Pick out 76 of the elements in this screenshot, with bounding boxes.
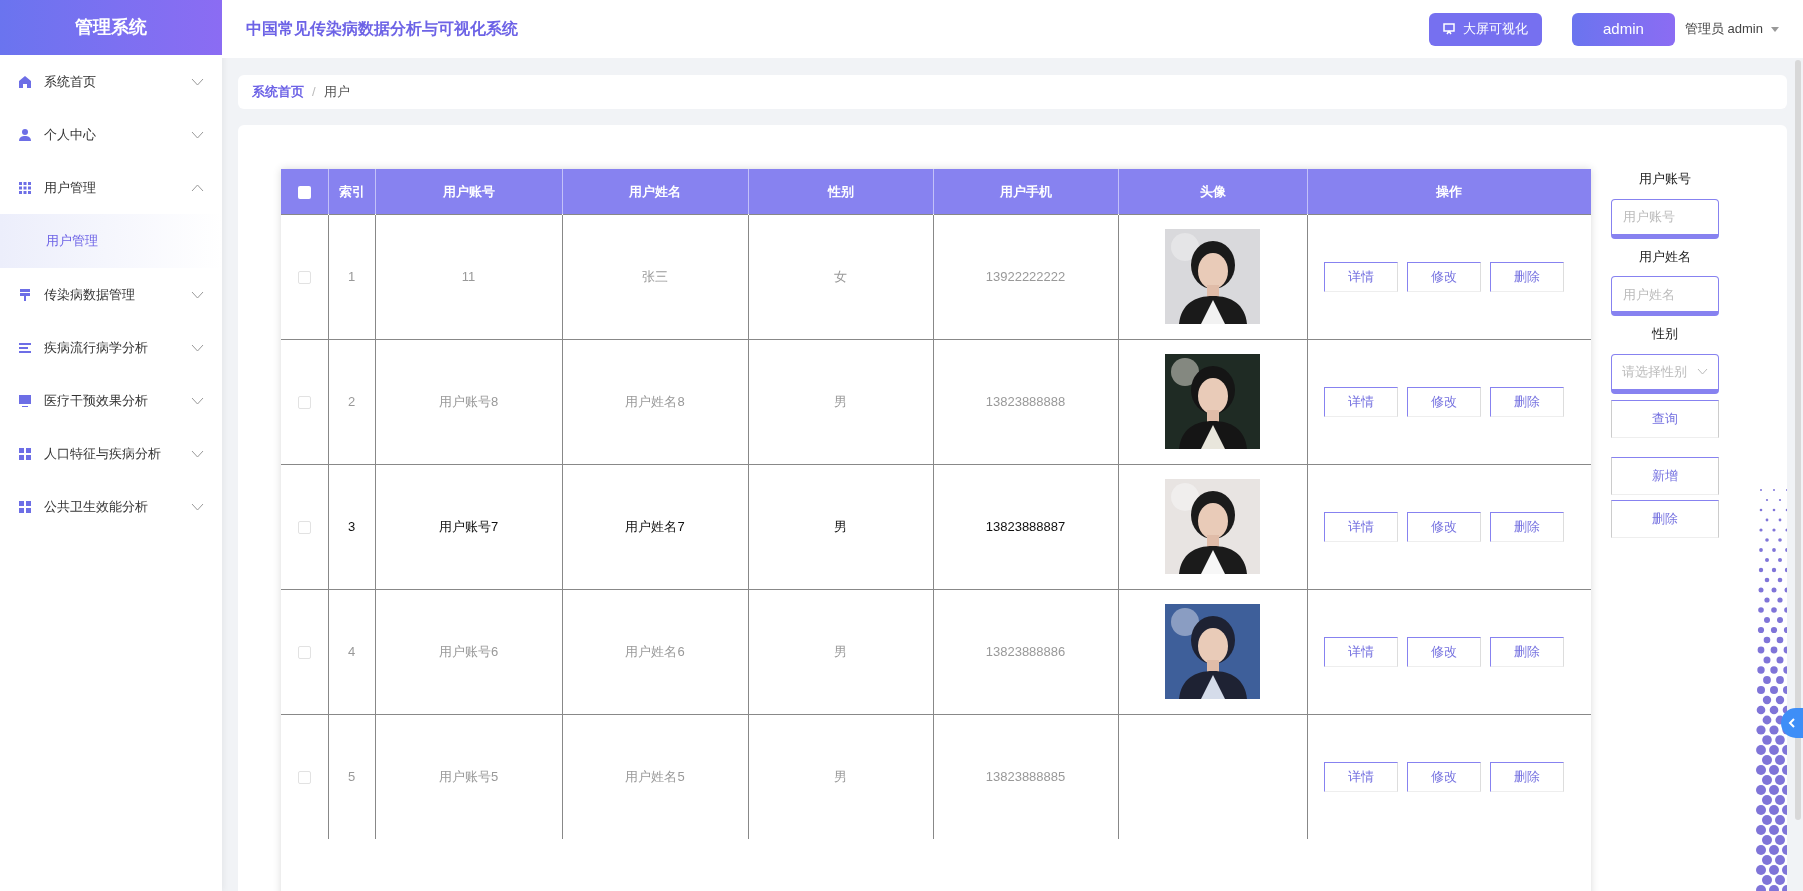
sidebar-item[interactable]: 医疗干预效果分析 xyxy=(0,374,222,427)
details-button[interactable]: 详情 xyxy=(1324,761,1398,792)
table-row[interactable]: 3 用户账号7 用户姓名7 男 13823888887 详情 修改 删除 xyxy=(281,464,1591,589)
chevron-down-icon xyxy=(191,502,204,511)
grid-icon xyxy=(18,499,32,514)
input-field[interactable]: 用户姓名 xyxy=(1611,276,1719,316)
sidebar-subitem[interactable]: 用户管理 xyxy=(0,214,222,268)
edit-button[interactable]: 修改 xyxy=(1407,636,1481,667)
edit-button[interactable]: 修改 xyxy=(1407,761,1481,792)
field-label: 用户账号 xyxy=(1639,170,1691,188)
chevron-down-icon xyxy=(191,396,204,405)
delete-button[interactable]: 删除 xyxy=(1490,636,1564,667)
sidebar-item[interactable]: 人口特征与疾病分析 xyxy=(0,427,222,480)
home-icon xyxy=(18,74,32,89)
table-cell: 13823888885 xyxy=(933,714,1118,839)
monitor-icon xyxy=(1442,23,1455,35)
field-label: 性别 xyxy=(1652,325,1678,343)
delete-button[interactable]: 删除 xyxy=(1490,511,1564,542)
sidebar-header: 管理系统 xyxy=(0,0,222,55)
table-row[interactable]: 4 用户账号6 用户姓名6 男 13823888886 详情 修改 删除 xyxy=(281,589,1591,714)
person-icon xyxy=(18,127,32,142)
table-cell: 用户账号5 xyxy=(375,714,562,839)
edit-button[interactable]: 修改 xyxy=(1407,386,1481,417)
sidebar-item[interactable]: 个人中心 xyxy=(0,108,222,161)
grid-icon xyxy=(18,180,32,195)
list-icon xyxy=(18,340,32,355)
user-button[interactable]: admin xyxy=(1571,12,1675,46)
chevron-up-icon xyxy=(191,183,204,192)
input-field[interactable]: 用户账号 xyxy=(1611,198,1719,239)
details-button[interactable]: 详情 xyxy=(1324,261,1398,292)
sidebar-item[interactable]: 传染病数据管理 xyxy=(0,268,222,321)
chevron-down-icon xyxy=(191,77,204,86)
checkbox[interactable] xyxy=(297,771,311,784)
sidebar-item[interactable]: 用户管理 xyxy=(0,161,222,214)
table-cell: 用户姓名5 xyxy=(562,714,748,839)
field-label: 用户姓名 xyxy=(1639,247,1691,266)
edit-button[interactable]: 修改 xyxy=(1407,511,1481,542)
chevron-left-icon xyxy=(1788,718,1796,728)
table-row[interactable]: 2 用户账号8 用户姓名8 男 13823888888 详情 修改 删除 xyxy=(281,339,1591,464)
checkbox[interactable] xyxy=(297,645,311,659)
user-menu[interactable]: 管理员 admin xyxy=(1684,19,1779,39)
checkbox[interactable] xyxy=(297,185,311,199)
breadcrumb-current: 用户 xyxy=(323,83,350,102)
table-cell: 男 xyxy=(748,714,933,839)
sidebar-item[interactable]: 系统首页 xyxy=(0,55,222,108)
table-cell: 5 xyxy=(328,714,375,839)
breadcrumb-separator: / xyxy=(312,83,316,102)
checkbox[interactable] xyxy=(297,270,311,284)
edit-button[interactable]: 修改 xyxy=(1407,261,1481,292)
delete-button[interactable]: 删除 xyxy=(1490,761,1564,792)
checkbox[interactable] xyxy=(297,520,311,534)
chevron-down-icon xyxy=(191,130,204,139)
system-title: 中国常见传染病数据分析与可视化系统 xyxy=(246,19,518,39)
sidebar-item[interactable]: 公共卫生效能分析 xyxy=(0,480,222,533)
monitor-icon xyxy=(18,393,32,408)
delete-button[interactable]: 删除 xyxy=(1490,386,1564,417)
delete-button[interactable]: 删除 xyxy=(1490,261,1564,292)
big-screen-button[interactable]: 大屏可视化 xyxy=(1428,12,1542,46)
chevron-down-icon xyxy=(191,290,204,299)
add-button[interactable]: 新增 xyxy=(1611,456,1719,495)
details-button[interactable]: 详情 xyxy=(1324,386,1398,417)
table-row[interactable]: 5 用户账号5 用户姓名5 男 13823888885 详情 修改 删除 xyxy=(281,714,1591,839)
grid-icon xyxy=(18,446,32,461)
breadcrumb-link[interactable]: 系统首页 xyxy=(252,82,304,102)
caret-icon xyxy=(1771,26,1779,32)
sidebar-item[interactable]: 疾病流行病学分析 xyxy=(0,321,222,374)
chevron-down-icon xyxy=(1697,368,1708,375)
details-button[interactable]: 详情 xyxy=(1324,511,1398,542)
details-button[interactable]: 详情 xyxy=(1324,636,1398,667)
search-button[interactable]: 查询 xyxy=(1611,399,1719,438)
chevron-down-icon xyxy=(191,343,204,352)
chevron-down-icon xyxy=(191,449,204,458)
checkbox[interactable] xyxy=(297,395,311,409)
delete-button[interactable]: 删除 xyxy=(1611,499,1719,538)
table-row[interactable]: 1 11 张三 女 13922222222 详情 修改 删除 xyxy=(281,214,1591,339)
flag-icon xyxy=(18,287,32,302)
